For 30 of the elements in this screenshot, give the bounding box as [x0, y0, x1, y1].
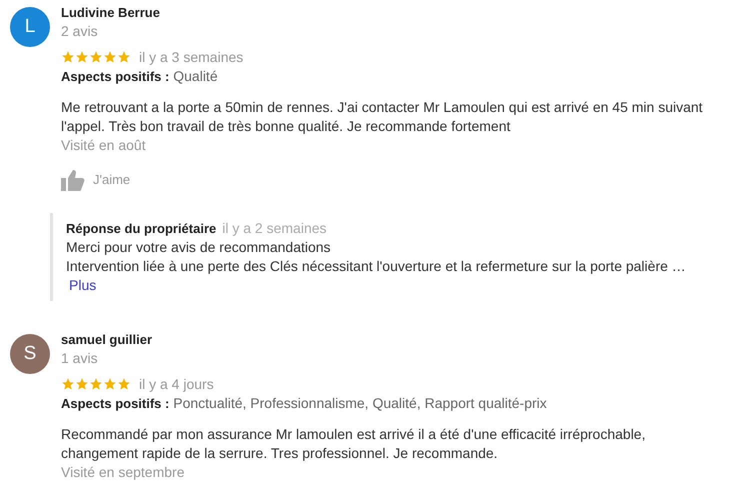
review-text: Me retrouvant a la porte a 50min de rennes. J'ai contacter Mr Lamoulen qui est arrivé en 45 min suivant l'appel. Très bon travail de très bonne qualité. Je recommande fortement — [61, 98, 704, 136]
reply-text: Merci pour votre avis de recommandations — [66, 238, 332, 257]
visit-date: Visité en août — [61, 136, 147, 155]
star-icon — [61, 50, 75, 64]
star-icon — [75, 377, 89, 391]
reply-text: Intervention liée à une perte des Clés nécessitant l'ouverture et la refermeture sur la porte palière … — [66, 257, 687, 276]
positive-aspects: Aspects positifs : Ponctualité, Professionnalisme, Qualité, Rapport qualité-prix — [61, 394, 548, 413]
star-icon — [89, 50, 103, 64]
avatar: L — [10, 7, 50, 47]
avatar: S — [10, 334, 50, 374]
review-time: il y a 3 semaines — [139, 48, 244, 66]
star-icon — [75, 50, 89, 64]
review-text: Recommandé par mon assurance Mr lamoulen est arrivé il a été d'une efficacité irréprochable, changement rapide de la serrure. Tres professionnel. Je recommande. — [61, 425, 646, 463]
star-icon — [103, 50, 117, 64]
reviewer-name[interactable]: samuel guillier — [61, 331, 721, 349]
more-link[interactable]: Plus — [69, 276, 96, 295]
review-count: 1 avis — [61, 349, 99, 367]
review-time: il y a 4 jours — [139, 375, 214, 393]
star-icon — [117, 50, 131, 64]
reply-label: Réponse du propriétaire — [66, 220, 216, 238]
review-count: 2 avis — [61, 22, 99, 40]
reply-time: il y a 2 semaines — [222, 219, 327, 238]
star-icon — [89, 377, 103, 391]
star-icon — [103, 377, 117, 391]
thumbs-up-icon — [61, 169, 85, 191]
star-icon — [117, 377, 131, 391]
star-icon — [61, 377, 75, 391]
positive-aspects: Aspects positifs : Qualité — [61, 67, 219, 86]
visit-date: Visité en septembre — [61, 463, 186, 482]
reviewer-name[interactable]: Ludivine Berrue — [61, 4, 721, 22]
